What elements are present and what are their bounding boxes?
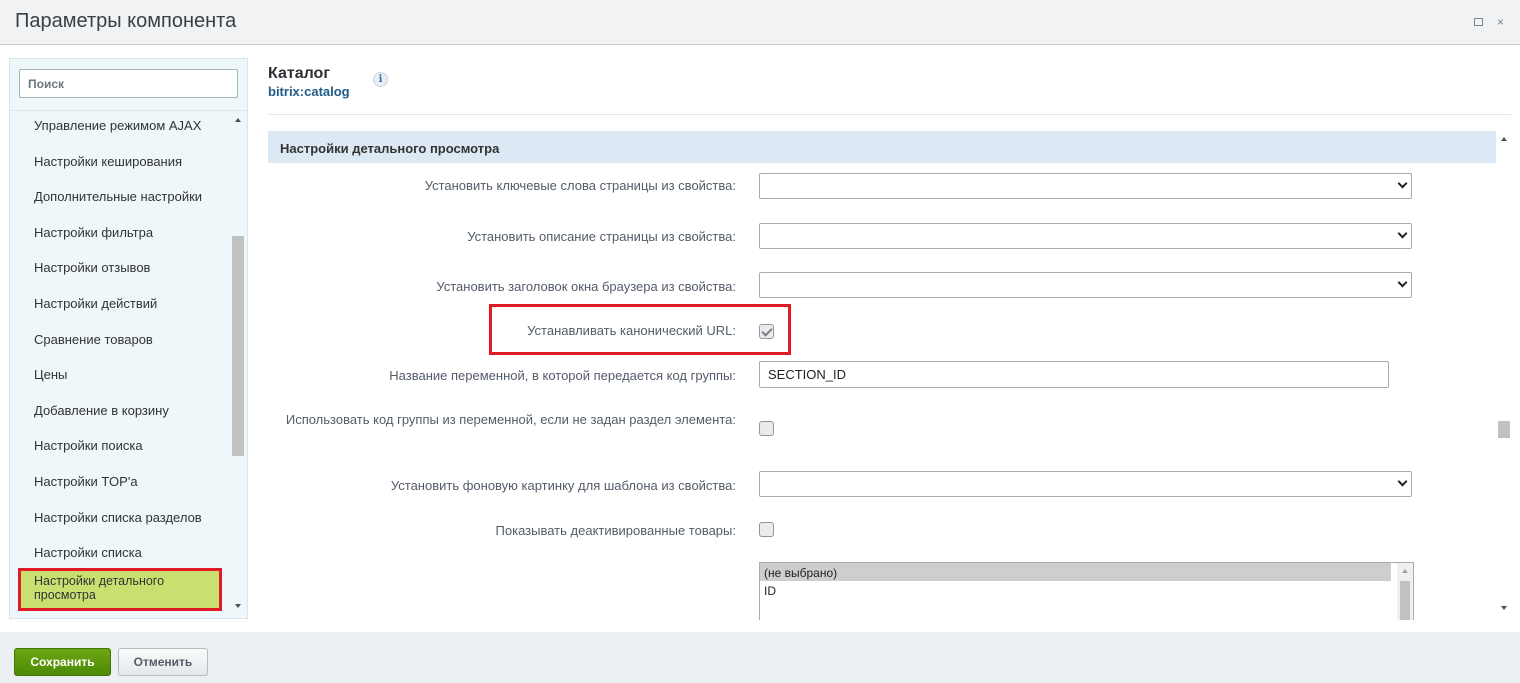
chevron-down-icon [1397,178,1408,189]
scroll-up-icon[interactable] [1501,137,1507,141]
show-deactivated-label: Показывать деактивированные товары: [495,523,736,538]
use-group-code-checkbox[interactable] [759,421,774,436]
use-group-code-label: Использовать код группы из переменной, е… [285,412,736,427]
sidebar-item-prices[interactable]: Цены [10,361,230,397]
content-scrollbar[interactable] [1496,131,1513,620]
scroll-down-icon[interactable] [235,604,241,608]
section-var-input[interactable] [759,361,1389,388]
sidebar-item-actions[interactable]: Настройки действий [10,290,230,326]
settings-panel: Настройки детального просмотра Установит… [268,131,1496,620]
browser-title-label: Установить заголовок окна браузера из св… [436,279,736,294]
sidebar-item-reviews[interactable]: Настройки отзывов [10,254,230,290]
list-item[interactable]: (не выбрано) [760,563,1391,581]
save-button[interactable]: Сохранить [14,648,111,676]
sidebar-scrollbar[interactable] [230,112,247,618]
scroll-thumb[interactable] [1498,421,1510,438]
sidebar-item-basket[interactable]: Добавление в корзину [10,397,230,433]
restore-icon[interactable] [1473,15,1483,29]
canonical-checkbox[interactable] [759,324,774,339]
sidebar-list: Управление режимом AJAX Настройки кеширо… [10,112,230,611]
sidebar-item-search[interactable]: Настройки поиска [10,432,230,468]
canonical-label: Устанавливать канонический URL: [527,323,736,338]
section-header: Настройки детального просмотра [268,131,1496,163]
search-wrap [10,59,247,111]
component-code: bitrix:catalog [268,84,350,99]
keywords-label: Установить ключевые слова страницы из св… [424,178,736,193]
sidebar-item-detail[interactable]: Настройки детального просмотра [18,568,222,611]
close-icon[interactable]: × [1497,15,1504,29]
description-label: Установить описание страницы из свойства… [467,229,736,244]
component-name: Каталог [268,65,330,82]
scroll-down-icon[interactable] [1501,606,1507,610]
scroll-up-icon[interactable] [235,118,241,122]
background-label: Установить фоновую картинку для шаблона … [390,478,736,493]
background-select[interactable] [759,471,1412,497]
browser-title-select[interactable] [759,272,1412,298]
scroll-thumb[interactable] [232,236,244,456]
show-deactivated-checkbox[interactable] [759,522,774,537]
sidebar: Управление режимом AJAX Настройки кеширо… [9,58,248,619]
search-input[interactable] [19,69,238,98]
section-var-label: Название переменной, в которой передаетс… [389,368,736,383]
sidebar-item-additional[interactable]: Дополнительные настройки [10,183,230,219]
cancel-button[interactable]: Отменить [118,648,208,676]
listbox-scrollbar[interactable] [1397,563,1413,620]
keywords-select[interactable] [759,173,1412,199]
dialog-titlebar: Параметры компонента × [0,0,1520,45]
window-controls: × [1473,15,1504,29]
sidebar-item-section-list[interactable]: Настройки списка разделов [10,504,230,540]
sidebar-item-compare[interactable]: Сравнение товаров [10,326,230,362]
sidebar-item-ajax[interactable]: Управление режимом AJAX [10,112,230,148]
sidebar-item-filter[interactable]: Настройки фильтра [10,219,230,255]
chevron-down-icon [1397,228,1408,239]
chevron-down-icon [1397,476,1408,487]
properties-listbox[interactable]: (не выбрано) ID [759,562,1414,620]
scroll-up-icon[interactable] [1402,569,1408,573]
scroll-thumb[interactable] [1400,581,1410,620]
sidebar-item-cache[interactable]: Настройки кеширования [10,148,230,184]
header-divider [268,114,1511,115]
list-item[interactable]: ID [760,581,1413,599]
dialog-footer: Сохранить Отменить [0,632,1520,683]
dialog-title: Параметры компонента [15,10,237,32]
description-select[interactable] [759,223,1412,249]
component-header: Каталог bitrix:catalog [268,65,350,99]
sidebar-item-top[interactable]: Настройки TOP'а [10,468,230,504]
info-icon[interactable]: i [373,72,388,87]
chevron-down-icon [1397,277,1408,288]
